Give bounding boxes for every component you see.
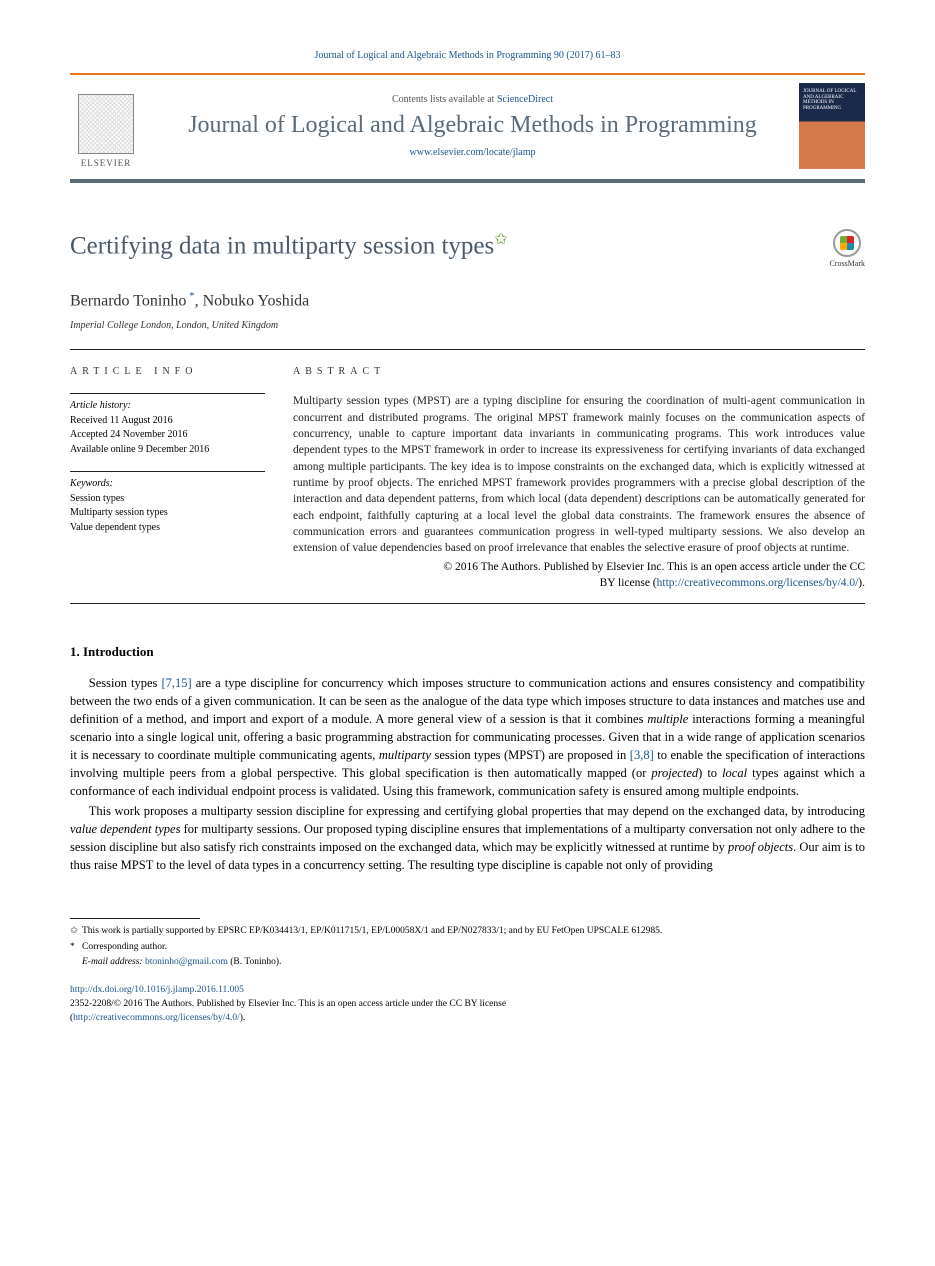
article-title: Certifying data in multiparty session ty… bbox=[70, 229, 508, 260]
article-history-block: Article history: Received 11 August 2016… bbox=[70, 393, 265, 457]
p1-emph: projected bbox=[651, 766, 698, 780]
history-label: Article history: bbox=[70, 399, 265, 414]
footnote-marker-asterisk: * bbox=[70, 941, 82, 955]
footnote-marker-star: ✩ bbox=[70, 925, 82, 939]
contents-lists-line: Contents lists available at ScienceDirec… bbox=[158, 94, 787, 105]
elsevier-wordmark: ELSEVIER bbox=[81, 158, 132, 168]
crossmark-icon bbox=[833, 229, 861, 257]
footnote-separator bbox=[70, 918, 200, 919]
doi-link[interactable]: http://dx.doi.org/10.1016/j.jlamp.2016.1… bbox=[70, 985, 244, 995]
keyword: Multiparty session types bbox=[70, 506, 265, 521]
contents-prefix: Contents lists available at bbox=[392, 94, 497, 105]
abstract-text: Multiparty session types (MPST) are a ty… bbox=[293, 393, 865, 556]
title-text: Certifying data in multiparty session ty… bbox=[70, 232, 494, 259]
article-info-heading: article info bbox=[70, 366, 265, 377]
issn-copyright-line: 2352-2208/© 2016 The Authors. Published … bbox=[70, 999, 506, 1009]
citation-ref[interactable]: [3,8] bbox=[630, 748, 654, 762]
online-date: Available online 9 December 2016 bbox=[70, 443, 265, 458]
footnote-corresponding-text: Corresponding author. bbox=[82, 942, 167, 952]
keyword: Session types bbox=[70, 492, 265, 507]
info-separator-bottom bbox=[70, 603, 865, 604]
keywords-label: Keywords: bbox=[70, 477, 265, 492]
p1-text: session types (MPST) are proposed in bbox=[431, 748, 630, 762]
p2-emph: value dependent types bbox=[70, 822, 180, 836]
elsevier-logo: ELSEVIER bbox=[70, 84, 142, 168]
copyright-text-2b: ). bbox=[858, 577, 865, 589]
p1-emph: multiparty bbox=[379, 748, 431, 762]
article-info-column: article info Article history: Received 1… bbox=[70, 366, 265, 590]
p1-emph: multiple bbox=[647, 712, 688, 726]
p2-emph: proof objects bbox=[728, 840, 793, 854]
accepted-date: Accepted 24 November 2016 bbox=[70, 428, 265, 443]
intro-paragraph-2: This work proposes a multiparty session … bbox=[70, 802, 865, 874]
top-citation: Journal of Logical and Algebraic Methods… bbox=[70, 50, 865, 61]
citation-ref[interactable]: [7,15] bbox=[162, 676, 192, 690]
journal-name: Journal of Logical and Algebraic Methods… bbox=[158, 111, 787, 140]
abstract-column: abstract Multiparty session types (MPST)… bbox=[293, 366, 865, 590]
p1-emph: local bbox=[722, 766, 747, 780]
crossmark-label: CrossMark bbox=[829, 259, 865, 268]
affiliation: Imperial College London, London, United … bbox=[70, 320, 865, 331]
abstract-heading: abstract bbox=[293, 366, 865, 377]
sciencedirect-link[interactable]: ScienceDirect bbox=[497, 94, 553, 105]
cc-license-link[interactable]: http://creativecommons.org/licenses/by/4… bbox=[657, 577, 859, 589]
copyright-text-2a: BY license ( bbox=[600, 577, 657, 589]
copyright-text-1: © 2016 The Authors. Published by Elsevie… bbox=[443, 561, 865, 573]
p1-text: ) to bbox=[698, 766, 722, 780]
info-abstract-row: article info Article history: Received 1… bbox=[70, 366, 865, 590]
p1-text: Session types bbox=[89, 676, 162, 690]
p2-text: This work proposes a multiparty session … bbox=[89, 804, 865, 818]
info-separator-top bbox=[70, 349, 865, 350]
doi-block: http://dx.doi.org/10.1016/j.jlamp.2016.1… bbox=[70, 984, 865, 1025]
cc-license-link-footer[interactable]: http://creativecommons.org/licenses/by/4… bbox=[73, 1013, 240, 1023]
page: Journal of Logical and Algebraic Methods… bbox=[0, 0, 935, 1065]
keyword: Value dependent types bbox=[70, 521, 265, 536]
header-center: Contents lists available at ScienceDirec… bbox=[158, 94, 787, 159]
journal-cover-text: JOURNAL OF LOGICAL AND ALGEBRAIC METHODS… bbox=[803, 89, 861, 111]
author-email-link[interactable]: btoninho@gmail.com bbox=[145, 957, 228, 967]
crossmark-badge[interactable]: CrossMark bbox=[829, 229, 865, 268]
keywords-block: Keywords: Session types Multiparty sessi… bbox=[70, 471, 265, 535]
received-date: Received 11 August 2016 bbox=[70, 414, 265, 429]
authors-line: Bernardo Toninho *, Nobuko Yoshida bbox=[70, 290, 865, 310]
title-row: Certifying data in multiparty session ty… bbox=[70, 229, 865, 268]
journal-header: ELSEVIER Contents lists available at Sci… bbox=[70, 75, 865, 183]
corresponding-marker: * bbox=[186, 290, 194, 302]
section-1-heading: 1. Introduction bbox=[70, 644, 865, 660]
elsevier-tree-icon bbox=[78, 94, 134, 154]
footnote-funding-text: This work is partially supported by EPSR… bbox=[82, 926, 662, 936]
author-names: Bernardo Toninho bbox=[70, 292, 186, 309]
footnote-corresponding: *Corresponding author. bbox=[70, 941, 865, 955]
email-author-name: (B. Toninho). bbox=[228, 957, 282, 967]
footnote-email: E-mail address: btoninho@gmail.com (B. T… bbox=[70, 956, 865, 970]
footnote-funding: ✩This work is partially supported by EPS… bbox=[70, 925, 865, 939]
journal-cover-thumbnail: JOURNAL OF LOGICAL AND ALGEBRAIC METHODS… bbox=[799, 83, 865, 169]
intro-paragraph-1: Session types [7,15] are a type discipli… bbox=[70, 674, 865, 800]
copyright-line: © 2016 The Authors. Published by Elsevie… bbox=[293, 559, 865, 591]
title-footnote-marker: ✩ bbox=[494, 231, 507, 248]
author-sep: , Nobuko Yoshida bbox=[195, 292, 310, 309]
journal-homepage-link[interactable]: www.elsevier.com/locate/jlamp bbox=[158, 147, 787, 158]
email-label: E-mail address: bbox=[82, 957, 143, 967]
license-paren-close: ). bbox=[240, 1013, 246, 1023]
